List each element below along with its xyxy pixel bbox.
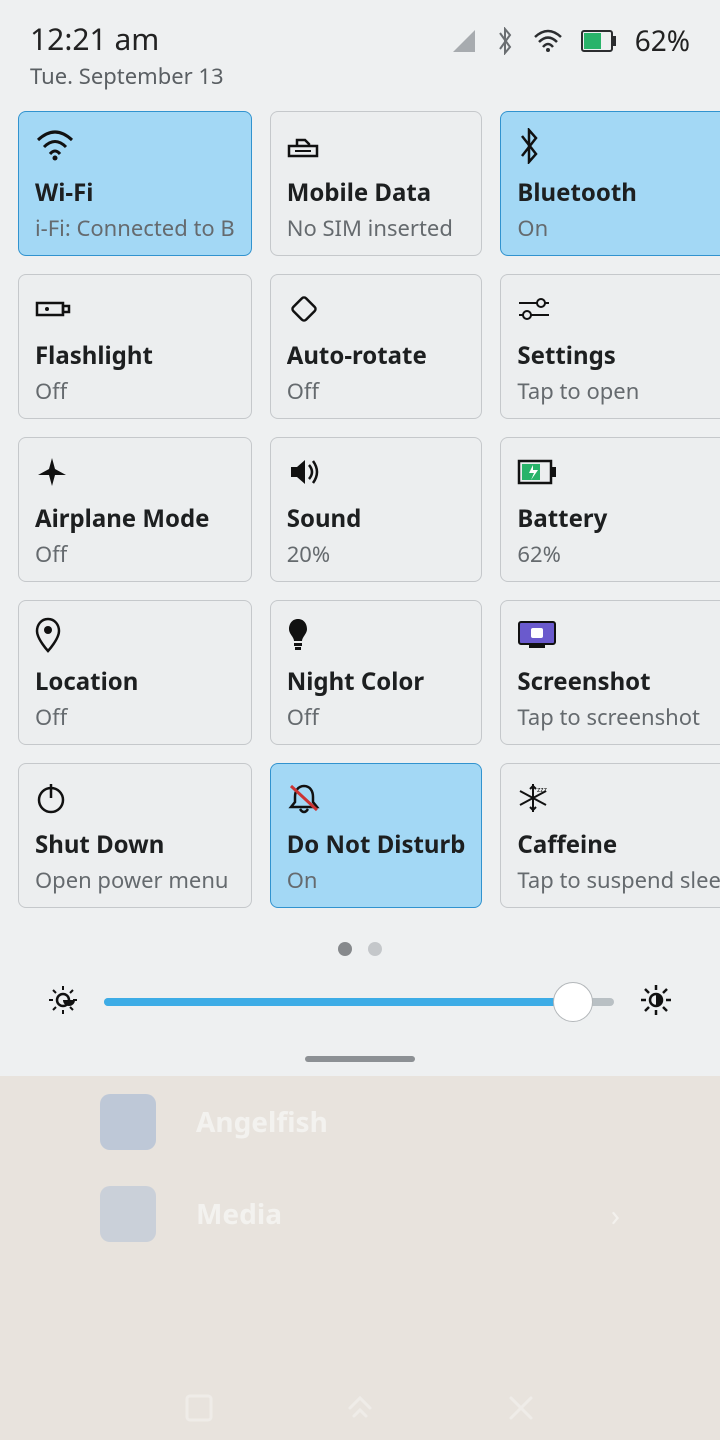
nav-home-icon (340, 1390, 380, 1426)
tile-flashlight[interactable]: Flashlight Off (18, 274, 252, 419)
tile-airplane-mode[interactable]: Airplane Mode Off (18, 437, 252, 582)
tile-subtitle: Off (35, 702, 235, 732)
battery-status-icon (581, 30, 617, 52)
tile-wifi[interactable]: Wi-Fi i-Fi: Connected to B (18, 111, 252, 256)
tile-title: Flashlight (35, 339, 235, 372)
tile-title: Sound (287, 502, 466, 535)
tile-screenshot[interactable]: Screenshot Tap to screenshot (500, 600, 720, 745)
tile-subtitle: Tap to suspend sleep (517, 865, 720, 895)
bg-app-icon (100, 1094, 156, 1150)
bluetooth-status-icon (495, 27, 515, 55)
tile-title: Wi-Fi (35, 176, 235, 209)
status-time: 12:21 am (30, 18, 224, 59)
tile-subtitle: i-Fi: Connected to B (35, 213, 235, 243)
tile-title: Do Not Disturb (287, 828, 466, 861)
tile-subtitle: On (287, 865, 466, 895)
snowflake-icon: zzz (517, 778, 720, 818)
gesture-navbar (0, 1390, 720, 1426)
brightness-slider[interactable] (104, 982, 614, 1022)
screenshot-monitor-icon (517, 615, 720, 655)
tile-battery[interactable]: Battery 62% (500, 437, 720, 582)
sim-card-icon (287, 126, 466, 166)
tile-night-color[interactable]: Night Color Off (270, 600, 483, 745)
status-date: Tue. September 13 (30, 61, 224, 91)
tile-auto-rotate[interactable]: Auto-rotate Off (270, 274, 483, 419)
tile-title: Shut Down (35, 828, 235, 861)
tile-title: Airplane Mode (35, 502, 235, 535)
tile-subtitle: 62% (517, 539, 720, 569)
tile-title: Screenshot (517, 665, 720, 698)
speaker-icon (287, 452, 466, 492)
brightness-row (18, 982, 702, 1022)
tile-bluetooth[interactable]: Bluetooth On (500, 111, 720, 256)
bluetooth-icon (517, 126, 720, 166)
tile-subtitle: On (517, 213, 720, 243)
bell-off-icon (287, 778, 466, 818)
cellular-icon (451, 28, 477, 54)
chevron-right-icon: › (611, 1194, 620, 1235)
tile-mobile-data[interactable]: Mobile Data No SIM inserted (270, 111, 483, 256)
tile-caffeine[interactable]: zzz Caffeine Tap to suspend sleep (500, 763, 720, 908)
tile-subtitle: Off (35, 539, 235, 569)
location-pin-icon (35, 615, 235, 655)
slider-thumb[interactable] (553, 982, 593, 1022)
page-indicator[interactable] (18, 942, 702, 956)
tile-title: Mobile Data (287, 176, 466, 209)
battery-icon (517, 452, 720, 492)
lightbulb-icon (287, 615, 466, 655)
brightness-high-icon (640, 984, 672, 1021)
tile-title: Caffeine (517, 828, 720, 861)
nav-overview-icon (181, 1390, 217, 1426)
rotate-icon (287, 289, 466, 329)
tile-do-not-disturb[interactable]: Do Not Disturb On (270, 763, 483, 908)
background-blur: Angelfish Media › (0, 1076, 720, 1440)
tile-subtitle: Off (35, 376, 235, 406)
page-dot-1[interactable] (338, 942, 352, 956)
battery-percentage: 62% (635, 22, 690, 60)
airplane-icon (35, 452, 235, 492)
tile-subtitle: Tap to screenshot (517, 702, 720, 732)
flashlight-icon (35, 289, 235, 329)
bg-app-2: Media (196, 1195, 282, 1233)
page-dot-2[interactable] (368, 942, 382, 956)
statusbar: 12:21 am Tue. September 13 62% (0, 0, 720, 91)
tile-location[interactable]: Location Off (18, 600, 252, 745)
bg-app-icon (100, 1186, 156, 1242)
slider-fill (104, 998, 573, 1006)
nav-close-icon (503, 1390, 539, 1426)
tile-title: Night Color (287, 665, 466, 698)
quick-settings-grid: Wi-Fi i-Fi: Connected to B Mobile Data N… (18, 111, 702, 908)
quick-settings-panel: Wi-Fi i-Fi: Connected to B Mobile Data N… (0, 91, 720, 1062)
tile-subtitle: Off (287, 376, 466, 406)
tile-title: Bluetooth (517, 176, 720, 209)
panel-drag-handle[interactable] (305, 1056, 415, 1062)
tile-subtitle: 20% (287, 539, 466, 569)
brightness-low-icon (48, 985, 78, 1020)
settings-sliders-icon (517, 289, 720, 329)
tile-title: Location (35, 665, 235, 698)
tile-settings[interactable]: Settings Tap to open (500, 274, 720, 419)
tile-title: Auto-rotate (287, 339, 466, 372)
tile-subtitle: Tap to open (517, 376, 720, 406)
tile-title: Battery (517, 502, 720, 535)
bg-app-1: Angelfish (196, 1103, 328, 1141)
tile-subtitle: Off (287, 702, 466, 732)
svg-text:zzz: zzz (537, 786, 548, 795)
tile-sound[interactable]: Sound 20% (270, 437, 483, 582)
tile-subtitle: No SIM inserted (287, 213, 466, 243)
wifi-icon (35, 126, 235, 166)
tile-title: Settings (517, 339, 720, 372)
wifi-status-icon (533, 29, 563, 53)
tile-shut-down[interactable]: Shut Down Open power menu (18, 763, 252, 908)
power-icon (35, 778, 235, 818)
tile-subtitle: Open power menu (35, 865, 235, 895)
